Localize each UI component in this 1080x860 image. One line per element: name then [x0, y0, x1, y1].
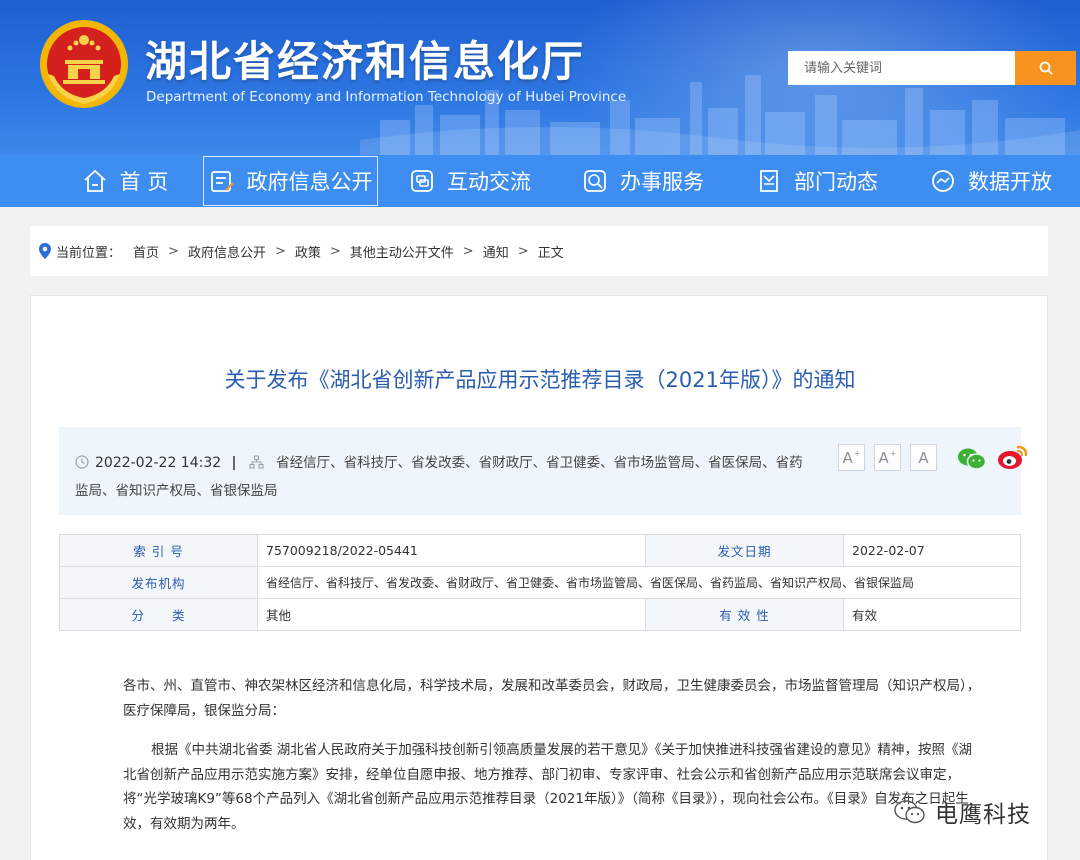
body-paragraph: 根据《中共湖北省委 湖北省人民政府关于加强科技创新引领高质量发展的若干意见》《关… — [123, 742, 973, 832]
issue-date-label: 发文日期 — [645, 534, 844, 567]
article-container: 关于发布《湖北省创新产品应用示范推荐目录（2021年版）》的通知 2022-02… — [30, 295, 1048, 860]
document-info-table: 索 引 号 757009218/2022-05441 发文日期 2022-02-… — [59, 534, 1021, 631]
font-size-decrease-button[interactable]: A — [910, 444, 937, 471]
news-icon — [760, 170, 778, 192]
breadcrumb-separator: > — [168, 243, 179, 259]
interaction-icon — [411, 170, 433, 192]
breadcrumb-separator: > — [329, 243, 341, 259]
validity-value: 有效 — [843, 598, 1021, 631]
site-title: 湖北省经济和信息化厅 — [145, 37, 586, 86]
site-subtitle: Department of Economy and Information Te… — [146, 89, 627, 105]
issue-date-value: 2022-02-07 — [843, 534, 1021, 567]
nav-label: 办事服务 — [620, 170, 704, 194]
validity-label: 有 效 性 — [645, 598, 844, 631]
index-number-value: 757009218/2022-05441 — [257, 534, 646, 567]
search-input[interactable] — [788, 51, 1015, 85]
meta-line: 2022-02-22 14:32 省经信厅、省科技厅、省发改委、省财政厅、省卫健… — [75, 449, 815, 505]
main-nav: 首 页 政府信息公开 互动交流 办事服务 部门动态 数据开放 — [0, 155, 1080, 207]
location-pin-icon — [39, 243, 51, 259]
nav-item-interaction[interactable]: 互动交流 — [405, 155, 535, 207]
article-body: 各市、州、直管市、神农架林区经济和信息化局，科学技术局，发展和改革委员会，财政局… — [123, 674, 983, 851]
org-icon — [249, 455, 264, 469]
wechat-watermark-icon — [894, 800, 925, 824]
breadcrumb: 当前位置： 首页 > 政府信息公开 > 政策 > 其他主动公开文件 > 通知 >… — [30, 226, 1048, 276]
nav-item-services[interactable]: 办事服务 — [578, 155, 708, 207]
nav-item-open-data[interactable]: 数据开放 — [926, 155, 1056, 207]
breadcrumb-notice[interactable]: 通知 — [483, 242, 509, 261]
service-icon — [584, 170, 606, 192]
nav-item-home[interactable]: 首 页 — [70, 155, 180, 207]
category-value: 其他 — [257, 598, 646, 631]
table-row: 索 引 号 757009218/2022-05441 发文日期 2022-02-… — [59, 534, 1021, 567]
nav-label: 首 页 — [119, 170, 169, 194]
nav-label: 政府信息公开 — [246, 170, 373, 194]
table-row: 分 类 其他 有 效 性 有效 — [59, 598, 1021, 631]
breadcrumb-separator: > — [517, 243, 529, 259]
wechat-share-icon[interactable] — [957, 447, 987, 471]
publish-datetime: 2022-02-22 14:32 — [95, 455, 222, 471]
article-meta: 2022-02-22 14:32 省经信厅、省科技厅、省发改委、省财政厅、省卫健… — [59, 427, 1028, 515]
nav-label: 部门动态 — [794, 170, 878, 194]
search-button[interactable] — [1015, 51, 1076, 85]
search-icon — [1039, 61, 1052, 75]
weibo-share-icon[interactable] — [997, 443, 1029, 471]
font-size-default-button[interactable]: A + — [874, 444, 901, 471]
issuing-org-value: 省经信厅、省科技厅、省发改委、省财政厅、省卫健委、省市场监管局、省医保局、省药监… — [257, 566, 1021, 599]
breadcrumb-policy[interactable]: 政策 — [295, 242, 321, 261]
breadcrumb-gov-info[interactable]: 政府信息公开 — [188, 242, 266, 261]
article-title: 关于发布《湖北省创新产品应用示范推荐目录（2021年版）》的通知 — [224, 368, 856, 392]
nav-label: 互动交流 — [447, 170, 531, 194]
watermark: 电鹰科技 — [893, 795, 1031, 829]
breadcrumb-prefix: 当前位置： — [56, 245, 122, 261]
breadcrumb-home[interactable]: 首页 — [133, 242, 159, 261]
breadcrumb-separator: > — [462, 243, 474, 259]
home-icon — [84, 169, 106, 192]
breadcrumb-other-files[interactable]: 其他主动公开文件 — [350, 242, 454, 261]
national-emblem-icon — [40, 20, 128, 108]
document-icon — [210, 171, 234, 192]
body-paragraph: 各市、州、直管市、神农架林区经济和信息化局，科学技术局，发展和改革委员会，财政局… — [123, 678, 981, 719]
table-row: 发布机构 省经信厅、省科技厅、省发改委、省财政厅、省卫健委、省市场监管局、省医保… — [59, 566, 1021, 599]
nav-item-gov-info[interactable]: 政府信息公开 — [203, 156, 378, 206]
category-label: 分 类 — [59, 598, 258, 631]
nav-label: 数据开放 — [968, 170, 1052, 194]
clock-icon — [75, 455, 89, 469]
data-icon — [932, 170, 954, 192]
breadcrumb-current: 正文 — [537, 245, 564, 261]
font-size-increase-button[interactable]: A + — [838, 444, 865, 471]
breadcrumb-separator: > — [274, 243, 286, 259]
issuing-org-label: 发布机构 — [59, 566, 258, 599]
site-header: 湖北省经济和信息化厅 Department of Economy and Inf… — [0, 0, 1080, 155]
nav-item-news[interactable]: 部门动态 — [752, 155, 882, 207]
index-number-label: 索 引 号 — [59, 534, 258, 567]
watermark-text: 电鹰科技 — [935, 802, 1031, 828]
